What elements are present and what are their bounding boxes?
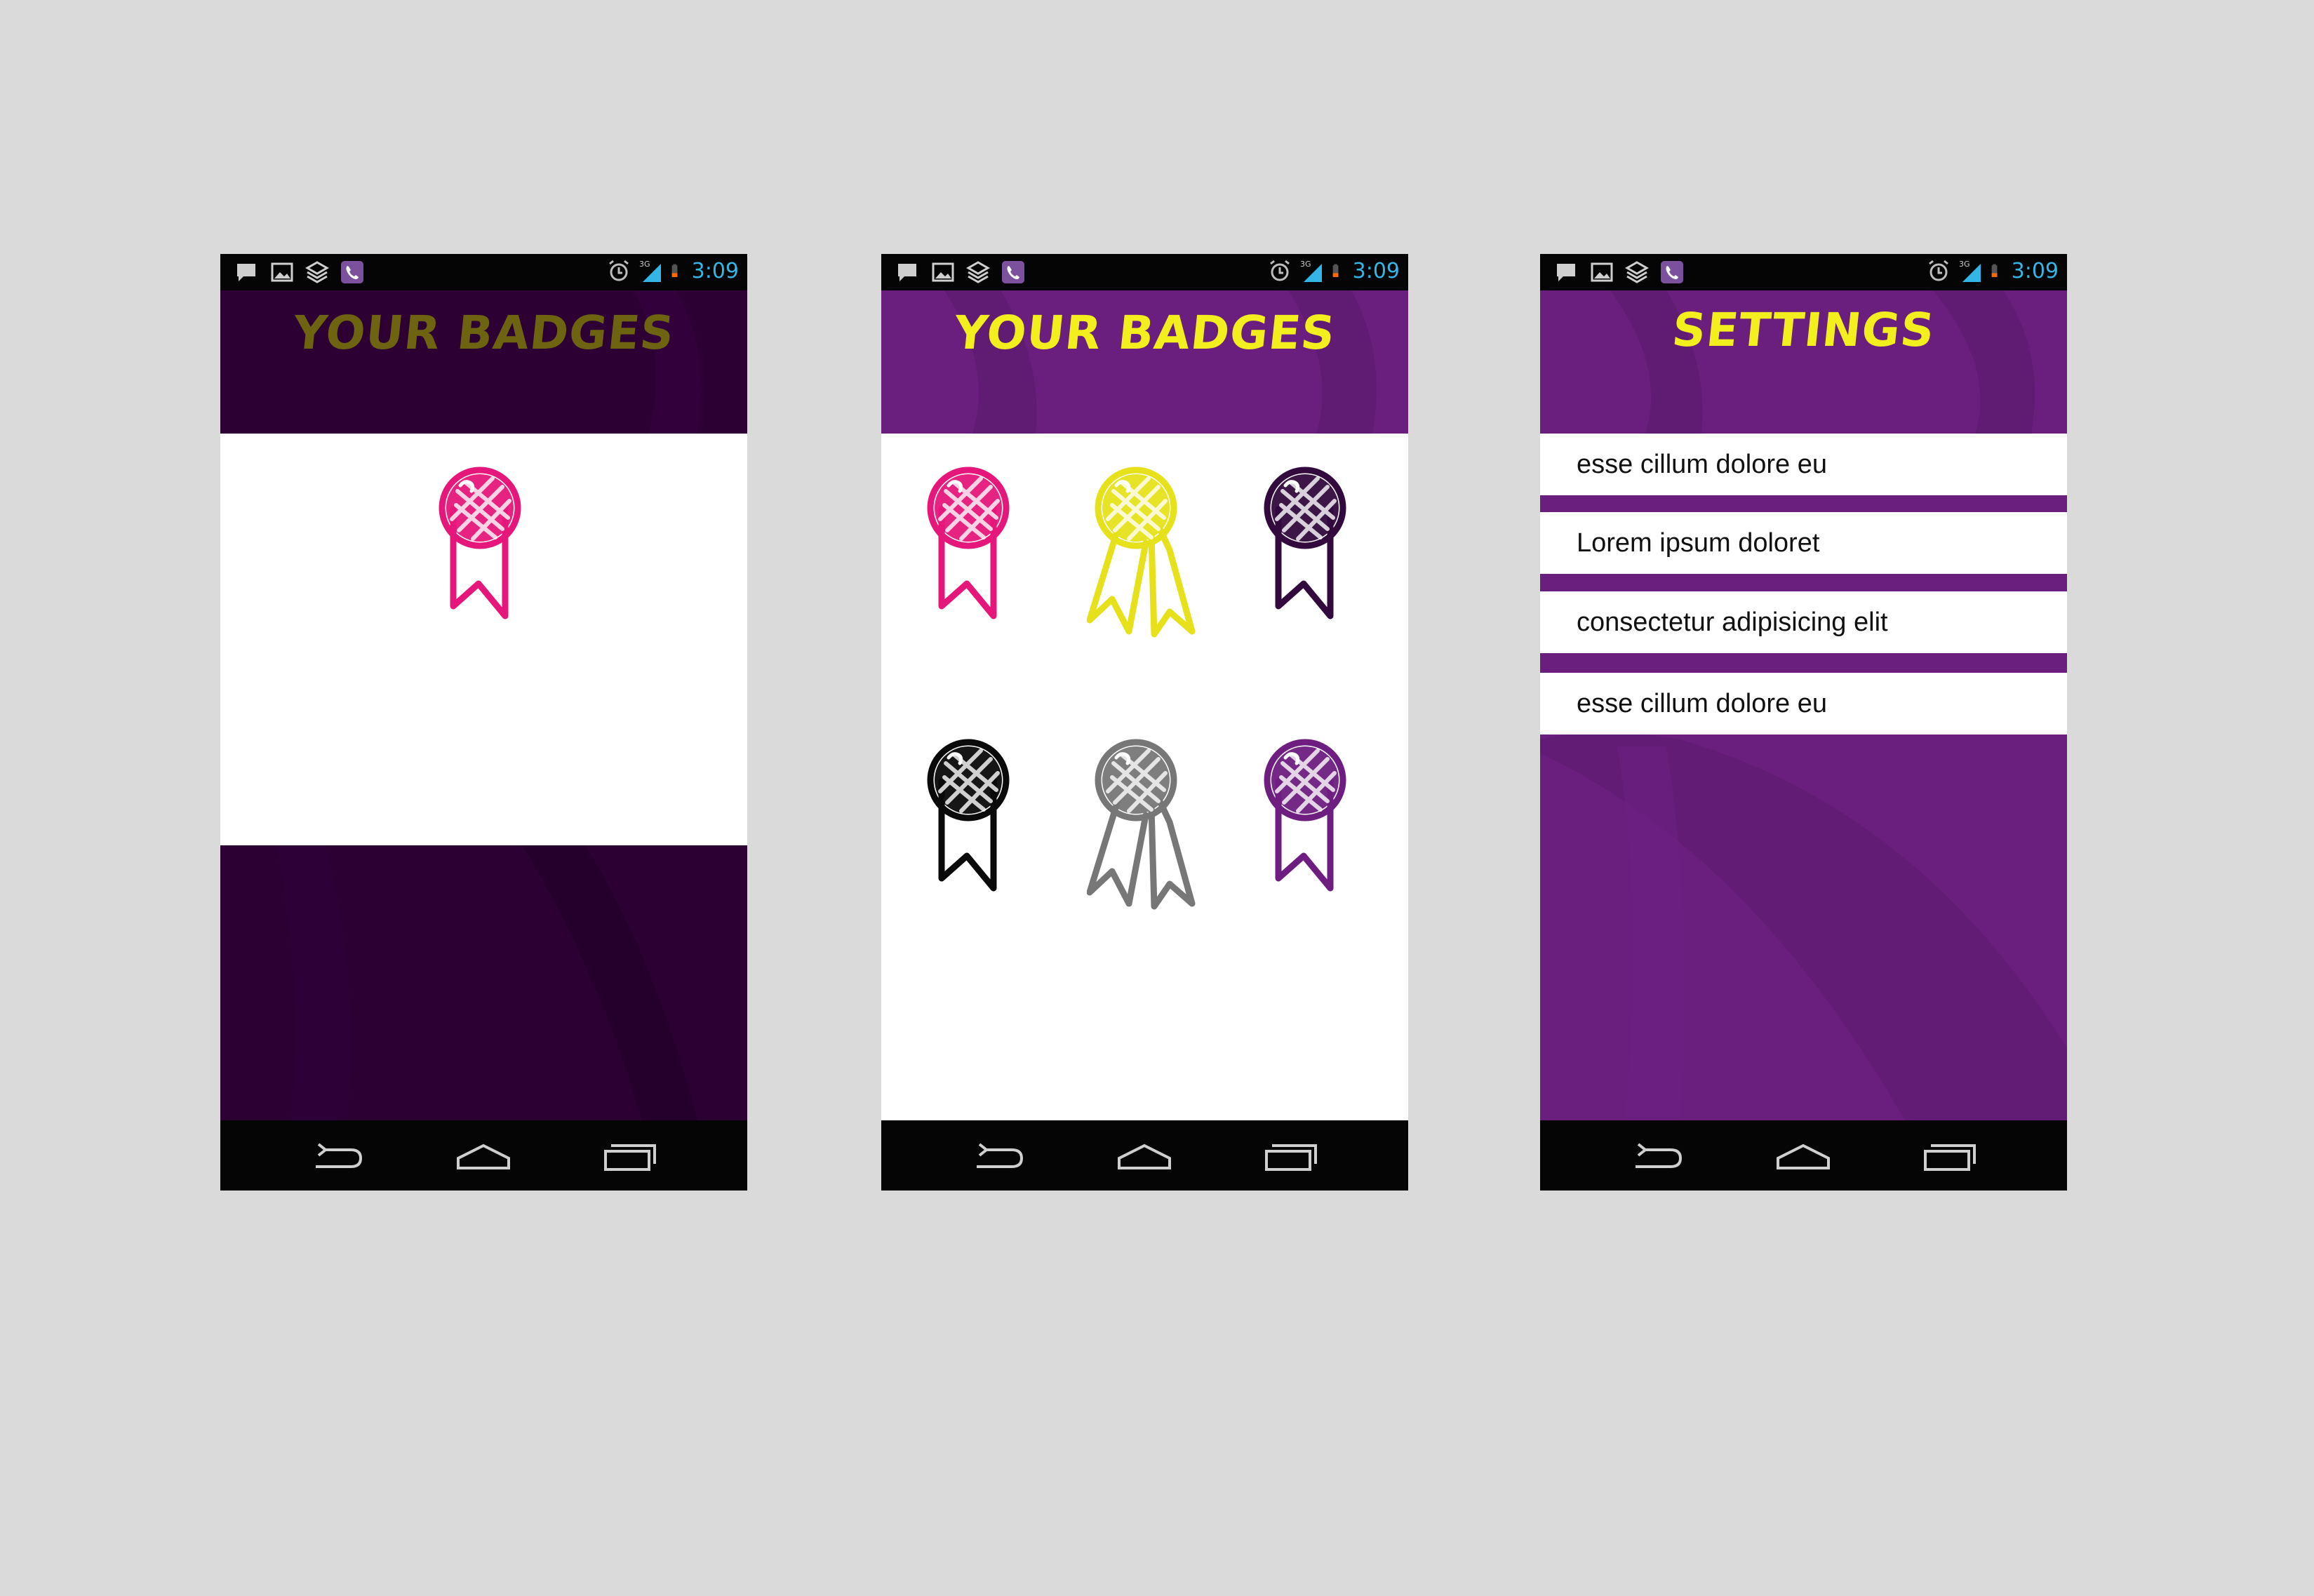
battery-icon: [1991, 264, 1998, 277]
ribbon-badge-icon[interactable]: [926, 738, 1013, 899]
page-title: YOUR BADGES: [290, 306, 677, 360]
viber-notification-icon: [341, 261, 363, 283]
signal-3g-icon: 3G: [639, 260, 661, 282]
alarm-icon: [1269, 260, 1290, 281]
viber-notification-icon: [1661, 261, 1683, 283]
battery-icon: [1332, 264, 1339, 277]
settings-item[interactable]: esse cillum dolore eu: [1540, 673, 2067, 735]
home-icon[interactable]: [455, 1140, 511, 1172]
ribbon-badge-icon[interactable]: [926, 466, 1013, 627]
page-title: SETTINGS: [1669, 303, 1938, 357]
navigation-bar: [220, 1120, 747, 1191]
status-time: 3:09: [2011, 258, 2059, 283]
navigation-bar: [1540, 1120, 2067, 1191]
signal-3g-icon: 3G: [1959, 260, 1981, 282]
back-icon[interactable]: [1631, 1140, 1687, 1172]
signal-3g-icon: 3G: [1300, 260, 1322, 282]
svg-text:3G: 3G: [1300, 260, 1311, 269]
ribbon-badge-icon[interactable]: [438, 466, 525, 627]
phone-screen-badges-grid: 3G 3:09 YOUR BADGES: [881, 254, 1408, 1191]
double-ribbon-badge-icon[interactable]: [1087, 466, 1199, 638]
page-title: YOUR BADGES: [951, 306, 1338, 360]
layers-notification-icon: [965, 261, 991, 283]
chat-notification-icon: [1557, 264, 1575, 281]
status-bar: 3G 3:09: [220, 254, 747, 290]
badges-panel: [220, 434, 747, 845]
status-time: 3:09: [691, 258, 739, 283]
navigation-bar: [881, 1120, 1408, 1191]
battery-icon: [671, 264, 678, 277]
back-icon[interactable]: [312, 1140, 368, 1172]
gallery-notification-icon: [271, 262, 293, 282]
svg-text:3G: 3G: [639, 260, 650, 269]
header: YOUR BADGES: [220, 290, 747, 434]
layers-notification-icon: [1624, 261, 1650, 283]
settings-item[interactable]: Lorem ipsum doloret: [1540, 512, 2067, 574]
ribbon-badge-icon[interactable]: [1263, 738, 1350, 899]
chat-notification-icon: [898, 264, 916, 281]
settings-item[interactable]: consectetur adipisicing elit: [1540, 591, 2067, 653]
home-icon[interactable]: [1775, 1140, 1831, 1172]
alarm-icon: [1928, 260, 1948, 281]
settings-item[interactable]: esse cillum dolore eu: [1540, 434, 2067, 495]
back-icon[interactable]: [972, 1140, 1029, 1172]
status-bar: 3G 3:09: [1540, 254, 2067, 290]
status-time: 3:09: [1352, 258, 1400, 283]
gallery-notification-icon: [932, 262, 954, 282]
svg-text:3G: 3G: [1959, 260, 1970, 269]
gallery-notification-icon: [1591, 262, 1613, 282]
alarm-icon: [608, 260, 629, 281]
header: YOUR BADGES: [881, 290, 1408, 434]
phone-screen-settings: 3G 3:09 SETTINGS esse cillum dolore eu L…: [1540, 254, 2067, 1191]
badges-grid: [881, 434, 1408, 1120]
double-ribbon-badge-icon[interactable]: [1087, 738, 1199, 911]
layers-notification-icon: [305, 261, 330, 283]
phone-screen-badges-single: 3G 3:09 YOUR BADGES: [220, 254, 747, 1191]
chat-notification-icon: [237, 264, 255, 281]
header: SETTINGS: [1540, 290, 2067, 434]
viber-notification-icon: [1002, 261, 1024, 283]
status-bar: 3G 3:09: [881, 254, 1408, 290]
recent-apps-icon[interactable]: [1922, 1140, 1979, 1172]
recent-apps-icon[interactable]: [603, 1140, 659, 1172]
ribbon-badge-icon[interactable]: [1263, 466, 1350, 627]
home-icon[interactable]: [1116, 1140, 1172, 1172]
lower-background: [220, 845, 747, 1120]
recent-apps-icon[interactable]: [1264, 1140, 1320, 1172]
